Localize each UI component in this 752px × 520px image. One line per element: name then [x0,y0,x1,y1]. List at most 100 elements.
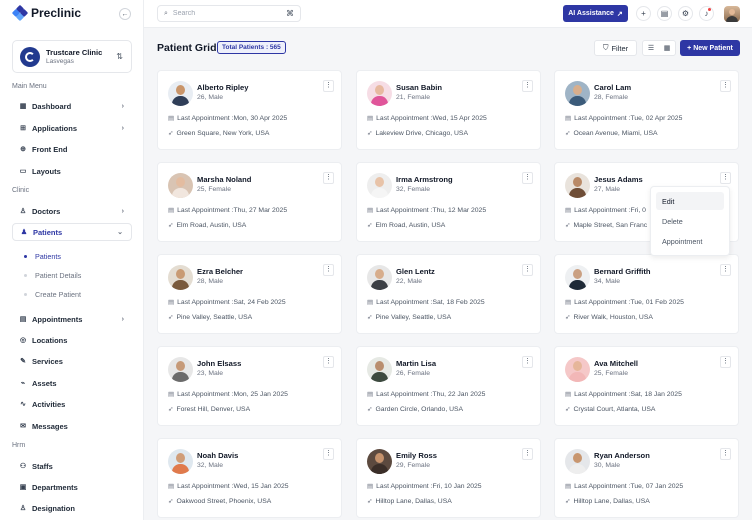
patient-name[interactable]: Alberto Ripley [197,83,248,92]
patient-card[interactable]: Ryan Anderson 30, Male ⋮ ▤ Last Appointment … [554,438,739,518]
add-icon[interactable]: + [636,6,651,21]
sidebar-subitem-create-patient[interactable]: Create Patient [24,290,81,299]
patient-avatar[interactable] [367,357,392,382]
settings-icon[interactable]: ⚙ [678,6,693,21]
patient-card[interactable]: Irma Armstrong 32, Female ⋮ ▤ Last Appointme… [356,162,541,242]
notification-bell-icon[interactable]: ♪ [699,6,714,21]
patient-avatar[interactable] [565,357,590,382]
ai-assistance-button[interactable]: AI Assistance ↗ [563,5,628,22]
more-options-icon[interactable]: ⋮ [720,172,731,184]
patient-name[interactable]: Glen Lentz [396,267,435,276]
menu-item-appointment[interactable]: Appointment [656,232,724,250]
more-options-icon[interactable]: ⋮ [720,448,731,460]
patient-card[interactable]: Bernard Griffith 34, Male ⋮ ▤ Last Appointme… [554,254,739,334]
clinic-switcher[interactable]: Trustcare Clinic Lasvegas ⇅ [12,40,132,73]
patient-card[interactable]: Noah Davis 32, Male ⋮ ▤ Last Appointment : W… [157,438,342,518]
more-options-icon[interactable]: ⋮ [720,80,731,92]
sidebar-item-applications[interactable]: ⊞ Applications › [12,119,132,137]
filter-button[interactable]: ⛉ Filter [594,40,637,56]
patient-name[interactable]: Marsha Noland [197,175,251,184]
search-box[interactable]: ⌕ ⌘ [157,5,301,22]
more-options-icon[interactable]: ⋮ [522,448,533,460]
more-options-icon[interactable]: ⋮ [522,80,533,92]
patient-avatar[interactable] [565,173,590,198]
patient-name[interactable]: Ryan Anderson [594,451,650,460]
patient-card[interactable]: Emily Ross 29, Female ⋮ ▤ Last Appointment :… [356,438,541,518]
sidebar-subitem-patients[interactable]: Patients [24,252,61,261]
patient-name[interactable]: Martin Lisa [396,359,436,368]
new-patient-button[interactable]: + New Patient [680,40,740,56]
patient-card[interactable]: John Elsass 23, Male ⋮ ▤ Last Appointment : … [157,346,342,426]
patient-name[interactable]: Ava Mitchell [594,359,638,368]
sidebar-item-activities[interactable]: ∿ Activities [12,395,132,413]
grid-view-icon[interactable]: ▦ [659,41,675,55]
patient-avatar[interactable] [367,449,392,474]
sidebar-item-services[interactable]: ✎ Services [12,352,132,370]
more-options-icon[interactable]: ⋮ [323,448,334,460]
patient-name[interactable]: Noah Davis [197,451,238,460]
search-input[interactable] [172,10,273,17]
patient-card[interactable]: Alberto Ripley 26, Male ⋮ ▤ Last Appointment… [157,70,342,150]
patient-avatar[interactable] [367,173,392,198]
sidebar-item-staffs[interactable]: ⚇ Staffs [12,457,132,475]
sidebar-subitem-patient-details[interactable]: Patient Details [24,271,81,280]
patient-card[interactable]: Glen Lentz 22, Male ⋮ ▤ Last Appointment : S… [356,254,541,334]
patient-avatar[interactable] [168,449,193,474]
patient-name[interactable]: Ezra Belcher [197,267,243,276]
patient-name[interactable]: Bernard Griffith [594,267,651,276]
more-options-icon[interactable]: ⋮ [720,356,731,368]
list-view-icon[interactable]: ☰ [643,41,659,55]
sidebar-item-doctors[interactable]: ♙ Doctors › [12,202,132,220]
sidebar-item-messages[interactable]: ✉ Messages [12,417,132,435]
patient-name[interactable]: Carol Lam [594,83,631,92]
assets-icon: ⌁ [20,380,26,387]
patient-card[interactable]: Carol Lam 28, Female ⋮ ▤ Last Appointment : … [554,70,739,150]
patient-avatar[interactable] [168,357,193,382]
patient-card[interactable]: Martin Lisa 26, Female ⋮ ▤ Last Appointment … [356,346,541,426]
more-options-icon[interactable]: ⋮ [323,356,334,368]
patient-card[interactable]: Marsha Noland 25, Female ⋮ ▤ Last Appointmen… [157,162,342,242]
patient-avatar[interactable] [565,265,590,290]
patient-name[interactable]: John Elsass [197,359,241,368]
patient-name[interactable]: Emily Ross [396,451,437,460]
user-avatar[interactable] [724,6,740,22]
patient-avatar[interactable] [565,449,590,474]
more-options-icon[interactable]: ⋮ [522,264,533,276]
calendar-icon[interactable]: ▤ [657,6,672,21]
menu-item-edit[interactable]: Edit [656,192,724,210]
patient-avatar[interactable] [367,81,392,106]
sidebar-item-front-end[interactable]: ⊕ Front End [12,140,132,158]
patient-avatar[interactable] [565,81,590,106]
patient-avatar[interactable] [168,81,193,106]
patient-avatar[interactable] [367,265,392,290]
more-options-icon[interactable]: ⋮ [522,356,533,368]
appointment-prefix: Last Appointment : [376,114,433,122]
more-options-icon[interactable]: ⋮ [323,172,334,184]
patient-card[interactable]: Ezra Belcher 28, Male ⋮ ▤ Last Appointment :… [157,254,342,334]
sidebar-item-appointments[interactable]: ▤ Appointments › [12,310,132,328]
sidebar-item-dashboard[interactable]: ▦ Dashboard › [12,97,132,115]
patient-card[interactable]: Ava Mitchell 25, Female ⋮ ▤ Last Appointment… [554,346,739,426]
sidebar-item-patients[interactable]: ♟ Patients ⌄ [12,223,132,241]
patient-name[interactable]: Susan Babin [396,83,442,92]
appointment-prefix: Last Appointment : [177,206,234,214]
more-options-icon[interactable]: ⋮ [522,172,533,184]
menu-item-delete[interactable]: Delete [656,212,724,230]
more-options-icon[interactable]: ⋮ [720,264,731,276]
sidebar-item-designation[interactable]: ♙ Designation [12,499,132,517]
ai-sparkle-icon: ↗ [616,10,623,18]
sidebar-item-assets[interactable]: ⌁ Assets [12,374,132,392]
sidebar-item-locations[interactable]: ◎ Locations [12,331,132,349]
patient-avatar[interactable] [168,173,193,198]
logo[interactable]: Preclinic [11,4,81,22]
more-options-icon[interactable]: ⋮ [323,264,334,276]
sidebar-item-departments[interactable]: ▣ Departments [12,478,132,496]
sidebar-item-layouts[interactable]: ▭ Layouts [12,162,132,180]
more-options-icon[interactable]: ⋮ [323,80,334,92]
collapse-sidebar-button[interactable]: ← [119,8,131,20]
patient-avatar[interactable] [168,265,193,290]
patient-name[interactable]: Irma Armstrong [396,175,453,184]
appointment-date: Sat, 18 Jan 2025 [630,390,682,398]
patient-name[interactable]: Jesus Adams [594,175,643,184]
patient-card[interactable]: Susan Babin 21, Female ⋮ ▤ Last Appointment … [356,70,541,150]
